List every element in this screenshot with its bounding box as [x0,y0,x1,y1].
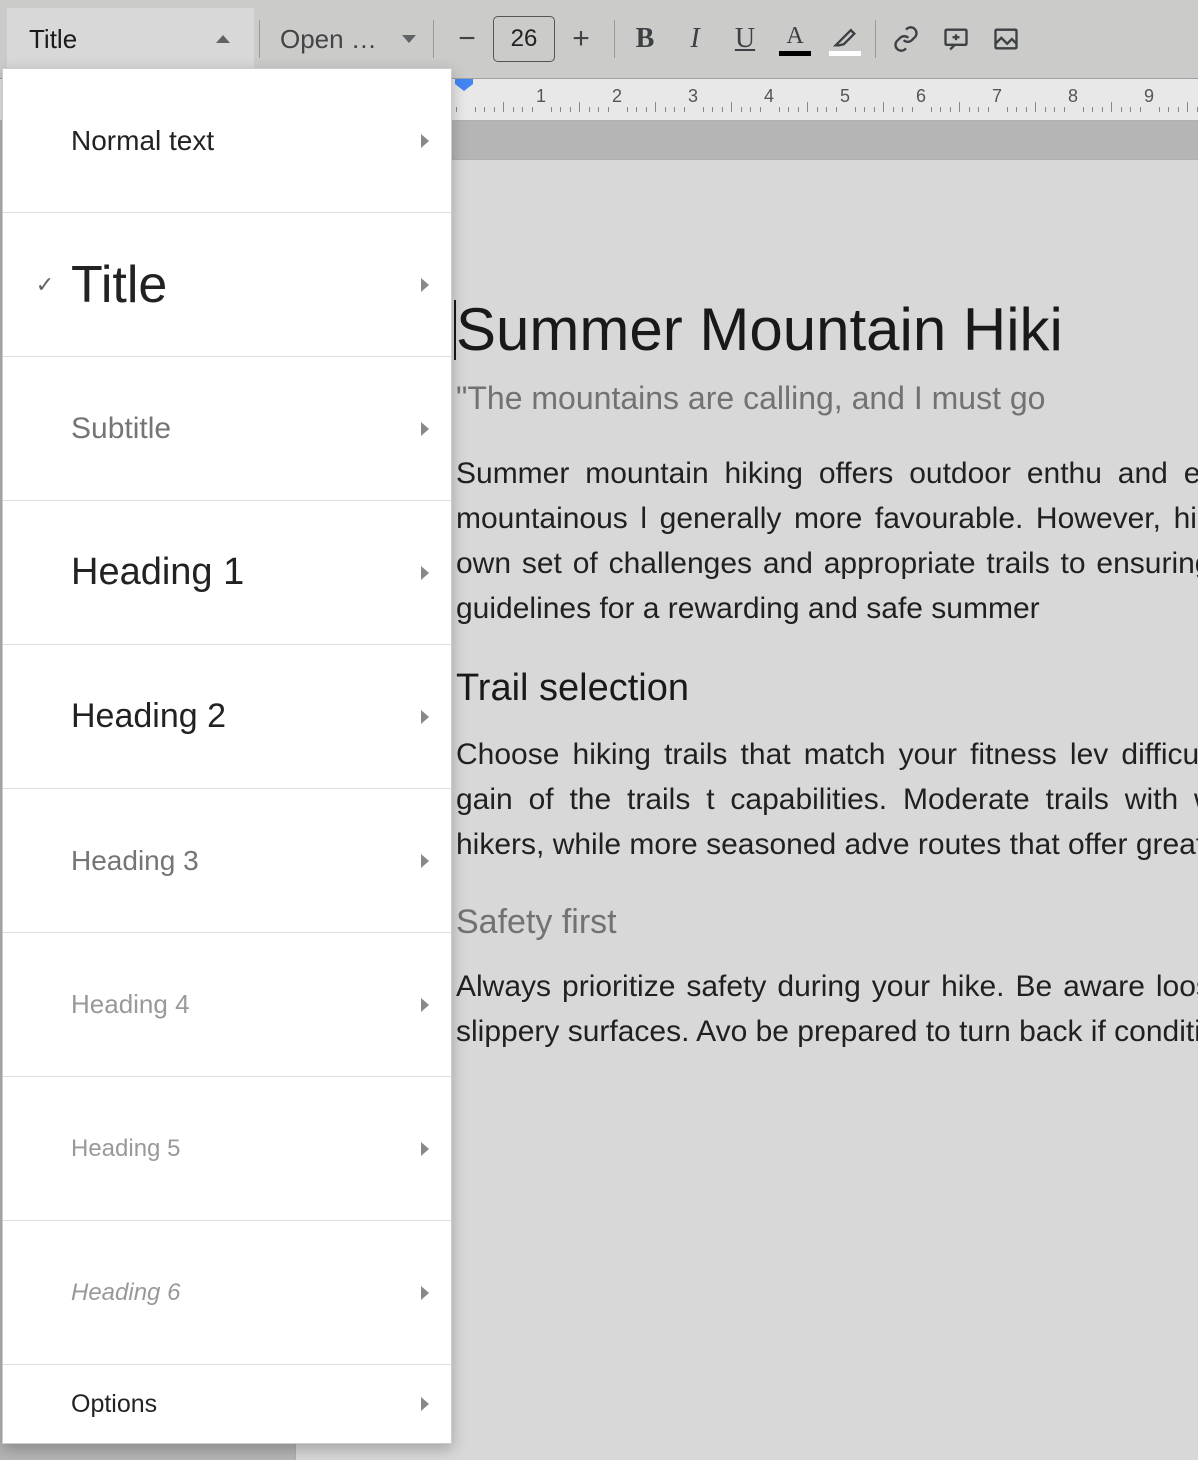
ruler-number: 8 [1068,86,1078,107]
ruler-number: 6 [916,86,926,107]
chevron-right-icon [421,1397,429,1411]
style-menu-item-h3[interactable]: Heading 3 [3,789,451,933]
text-color-button[interactable]: A [770,14,820,64]
underline-button[interactable]: U [720,14,770,64]
chevron-right-icon [421,854,429,868]
italic-button[interactable]: I [670,14,720,64]
document-paragraph[interactable]: Always prioritize safety during your hik… [456,964,1198,1054]
chevron-right-icon [421,710,429,724]
add-comment-button[interactable] [931,14,981,64]
chevron-right-icon [421,998,429,1012]
style-menu-label: Heading 1 [71,551,421,594]
checkmark-icon: ✓ [19,272,71,298]
insert-link-button[interactable] [881,14,931,64]
ruler-number: 9 [1144,86,1154,107]
paragraph-style-dropdown[interactable]: Title [7,8,254,70]
comment-icon [942,25,970,53]
style-menu-label: Title [71,255,421,315]
document-heading-2[interactable]: Safety first [456,903,1198,942]
toolbar-separator [614,20,615,58]
chevron-right-icon [421,1286,429,1300]
text-color-bar [779,51,811,56]
bold-button[interactable]: B [620,14,670,64]
style-menu-label: Heading 2 [71,697,421,736]
chevron-up-icon [216,35,230,43]
document-paragraph[interactable]: Choose hiking trails that match your fit… [456,732,1198,867]
style-menu-item-subtitle[interactable]: Subtitle [3,357,451,501]
chevron-right-icon [421,422,429,436]
style-menu-label: Heading 3 [71,845,421,877]
style-menu-item-h6[interactable]: Heading 6 [3,1221,451,1365]
insert-image-button[interactable] [981,14,1031,64]
style-menu-label: Options [71,1390,421,1419]
chevron-right-icon [421,134,429,148]
style-menu-item-h2[interactable]: Heading 2 [3,645,451,789]
font-family-dropdown[interactable]: Open … [265,8,428,70]
toolbar-separator [433,20,434,58]
style-menu-item-h1[interactable]: Heading 1 [3,501,451,645]
document-heading-1[interactable]: Trail selection [456,667,1198,710]
document-title[interactable]: Summer Mountain Hiki [456,295,1198,364]
text-cursor-icon [454,300,456,360]
toolbar-separator [259,20,260,58]
image-icon [992,25,1020,53]
style-menu-item-normal[interactable]: Normal text [3,69,451,213]
chevron-right-icon [421,278,429,292]
ruler-number: 3 [688,86,698,107]
document-subtitle[interactable]: "The mountains are calling, and I must g… [456,380,1198,417]
link-icon [892,25,920,53]
style-menu-label: Heading 4 [71,989,421,1020]
style-menu-options[interactable]: Options [3,1365,451,1443]
ruler-number: 7 [992,86,1002,107]
style-menu-item-h4[interactable]: Heading 4 [3,933,451,1077]
highlight-color-bar [829,51,861,56]
toolbar-separator [875,20,876,58]
paragraph-style-current: Title [29,24,77,55]
font-size-input[interactable] [493,16,555,62]
chevron-right-icon [421,1142,429,1156]
font-size-group: − + [439,16,609,62]
style-menu-label: Normal text [71,125,421,157]
style-menu-label: Heading 5 [71,1135,421,1163]
decrease-font-size-button[interactable]: − [449,22,485,56]
style-menu-item-title[interactable]: ✓Title [3,213,451,357]
paragraph-styles-menu: Normal text ✓Title Subtitle Heading 1 Headin… [2,68,452,1444]
ruler-number: 2 [612,86,622,107]
ruler-number: 4 [764,86,774,107]
increase-font-size-button[interactable]: + [563,22,599,56]
ruler-number: 5 [840,86,850,107]
ruler-number: 1 [536,86,546,107]
highlight-color-button[interactable] [820,14,870,64]
style-menu-item-h5[interactable]: Heading 5 [3,1077,451,1221]
highlighter-icon [831,22,859,50]
text-color-icon: A [786,23,803,50]
chevron-down-icon [402,35,416,43]
document-paragraph[interactable]: Summer mountain hiking offers outdoor en… [456,451,1198,631]
chevron-right-icon [421,566,429,580]
font-family-current: Open … [280,24,377,55]
style-menu-label: Heading 6 [71,1279,421,1307]
style-menu-label: Subtitle [71,412,421,446]
